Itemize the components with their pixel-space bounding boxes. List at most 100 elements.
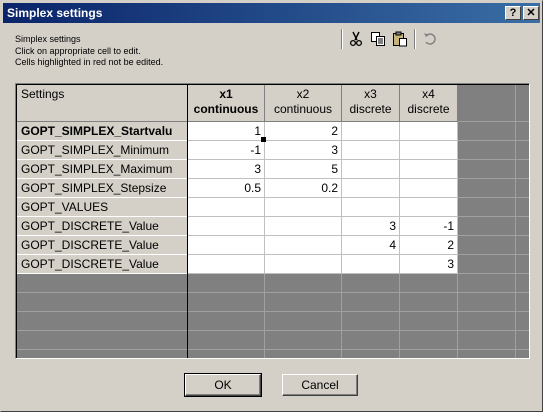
empty-cell [516,141,529,160]
table-cell[interactable] [265,217,342,236]
table-cell[interactable] [265,255,342,274]
empty-cell [458,217,516,236]
table-cell[interactable]: 3 [400,255,458,274]
table-cell[interactable]: -1 [188,141,265,160]
row-header[interactable]: GOPT_DISCRETE_Value [17,255,188,274]
row-header[interactable]: GOPT_SIMPLEX_Stepsize [17,179,188,198]
ok-button[interactable]: OK [184,373,262,397]
row-header[interactable]: GOPT_VALUES [17,198,188,217]
empty-cell [516,350,529,358]
empty-cell [400,293,458,312]
table-cell[interactable]: 0.5 [188,179,265,198]
table-cell[interactable]: 4 [342,236,400,255]
empty-cell [17,350,188,358]
table-cell[interactable]: 2 [400,236,458,255]
close-button[interactable]: ✕ [523,6,539,20]
empty-cell [458,293,516,312]
column-header-x4[interactable]: x4 discrete [400,85,458,122]
column-header-x1[interactable]: x1 continuous [188,85,265,122]
undo-icon[interactable] [421,30,439,48]
empty-cell [458,160,516,179]
empty-cell [17,331,188,350]
table-cell[interactable]: 3 [265,141,342,160]
row-header[interactable]: GOPT_DISCRETE_Value [17,217,188,236]
info-line-edit: Click on appropriate cell to edit. [15,46,141,56]
table-cell[interactable] [188,255,265,274]
table-cell[interactable] [265,198,342,217]
column-name: x4 [422,87,435,101]
table-cell[interactable] [342,255,400,274]
table-cell[interactable] [188,236,265,255]
empty-cell [400,312,458,331]
empty-cell [342,350,400,358]
table-cell[interactable] [342,198,400,217]
grid-corner-header: Settings [17,85,188,122]
empty-cell [400,274,458,293]
cut-icon[interactable] [347,30,365,48]
table-cell[interactable] [400,198,458,217]
copy-icon[interactable] [369,30,387,48]
grid-body: Settings x1 continuous x2 continuous x3 discre… [16,84,529,358]
table-cell[interactable] [342,141,400,160]
empty-cell [458,236,516,255]
table-cell[interactable] [400,122,458,141]
table-cell[interactable]: 2 [265,122,342,141]
toolbar-separator [341,29,343,49]
table-cell[interactable] [400,160,458,179]
table-cell[interactable]: 5 [265,160,342,179]
empty-cell [516,179,529,198]
empty-cell [400,350,458,358]
empty-cell [516,331,529,350]
empty-cell [342,312,400,331]
empty-cell [265,274,342,293]
column-type: discrete [407,102,450,116]
frozen-column-divider [187,85,188,358]
empty-cell [265,312,342,331]
settings-grid: Settings x1 continuous x2 continuous x3 discre… [15,83,530,359]
empty-cell [458,331,516,350]
table-cell[interactable]: 3 [342,217,400,236]
table-cell[interactable] [265,236,342,255]
info-heading: Simplex settings [15,34,81,44]
table-cell[interactable] [400,179,458,198]
table-cell[interactable]: 1 [188,122,265,141]
help-button[interactable]: ? [505,6,521,20]
row-header[interactable]: GOPT_SIMPLEX_Startvalu [17,122,188,141]
empty-cell [458,141,516,160]
row-header[interactable]: GOPT_SIMPLEX_Minimum [17,141,188,160]
row-header[interactable]: GOPT_SIMPLEX_Maximum [17,160,188,179]
empty-cell [17,274,188,293]
table-cell[interactable]: 3 [188,160,265,179]
cancel-button[interactable]: Cancel [282,374,358,396]
table-cell[interactable] [400,141,458,160]
simplex-settings-dialog: Simplex settings ? ✕ Simplex settings Cl… [0,0,543,412]
title-bar: Simplex settings ? ✕ [3,3,540,23]
table-cell[interactable] [342,160,400,179]
paste-icon[interactable] [391,30,409,48]
empty-cell [516,217,529,236]
empty-cell [516,236,529,255]
empty-cell [458,255,516,274]
column-name: x3 [364,87,377,101]
empty-cell [17,293,188,312]
empty-cell [516,255,529,274]
table-cell[interactable] [342,179,400,198]
column-header-x2[interactable]: x2 continuous [265,85,342,122]
column-type: continuous [273,102,333,116]
window-title: Simplex settings [7,6,103,20]
empty-cell [188,350,265,358]
table-cell[interactable] [342,122,400,141]
table-cell[interactable]: -1 [400,217,458,236]
empty-cell [516,198,529,217]
row-header[interactable]: GOPT_DISCRETE_Value [17,236,188,255]
empty-column-header [516,85,529,122]
column-header-x3[interactable]: x3 discrete [342,85,400,122]
table-cell[interactable] [188,198,265,217]
empty-cell [265,293,342,312]
column-name: x2 [296,87,310,101]
table-cell[interactable]: 0.2 [265,179,342,198]
empty-cell [458,179,516,198]
info-line-red: Cells highlighted in red not be edited. [15,57,164,67]
table-cell[interactable] [188,217,265,236]
column-type: discrete [349,102,392,116]
